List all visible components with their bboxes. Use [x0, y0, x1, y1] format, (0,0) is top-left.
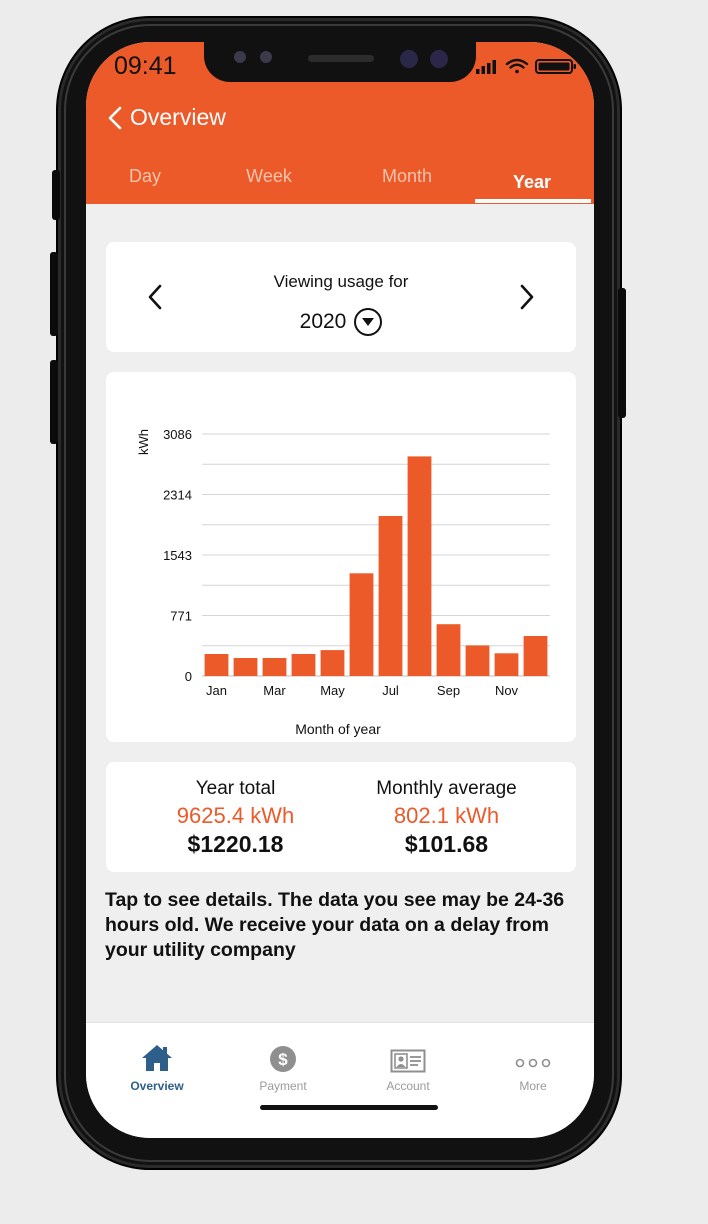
chart-bars[interactable] — [204, 456, 548, 676]
chart-bar-aug[interactable] — [407, 456, 432, 676]
nav-account[interactable]: Account — [353, 1037, 463, 1093]
usage-chart-card: 0 771 1543 2314 3086 Jan Mar May Jul Sep Nov kWh … — [106, 372, 576, 742]
nav-more-label: More — [519, 1079, 547, 1093]
x-tick-label: Sep — [437, 683, 460, 698]
dollar-icon: $ — [270, 1046, 296, 1072]
nav-payment-label: Payment — [259, 1079, 307, 1093]
period-selector-card: Viewing usage for 2020 — [106, 242, 576, 352]
y-tick-label: 1543 — [163, 548, 192, 563]
id-card-icon — [390, 1049, 426, 1073]
front-camera — [430, 50, 448, 68]
chart-bar-nov[interactable] — [494, 653, 519, 676]
chart-gridlines — [202, 433, 550, 677]
year-total-kwh: 9625.4 kWh — [176, 803, 295, 828]
bottom-nav: Overview $ Payment Account More — [86, 1022, 594, 1138]
year-total-cost: $1220.18 — [187, 831, 284, 857]
side-button-power — [618, 288, 626, 418]
chart-bar-oct[interactable] — [465, 645, 490, 676]
status-icons — [476, 58, 576, 74]
y-axis-label: kWh — [136, 429, 151, 455]
x-tick-label: Mar — [263, 683, 286, 698]
x-tick-label: Nov — [495, 683, 519, 698]
notch — [204, 42, 476, 82]
chart-bar-apr[interactable] — [291, 654, 316, 676]
app-header: 09:41 Overview Day Week Month Year — [86, 42, 594, 204]
year-value: 2020 — [299, 310, 347, 333]
chart-bar-feb[interactable] — [233, 658, 258, 676]
front-camera — [400, 50, 418, 68]
nav-payment[interactable]: $ Payment — [228, 1037, 338, 1093]
chart-bar-jun[interactable] — [349, 573, 374, 676]
front-sensor — [234, 51, 246, 63]
chart-x-ticks: Jan Mar May Jul Sep Nov — [206, 683, 519, 698]
x-tick-label: Jul — [382, 683, 399, 698]
y-tick-label: 771 — [170, 609, 192, 624]
home-indicator — [260, 1105, 438, 1110]
side-button-volume-up — [50, 252, 58, 336]
svg-text:$: $ — [278, 1050, 288, 1069]
chart-bar-dec[interactable] — [523, 636, 548, 676]
side-button-mute — [52, 170, 60, 220]
status-time: 09:41 — [114, 52, 177, 80]
x-tick-label: May — [320, 683, 345, 698]
y-tick-label: 2314 — [163, 488, 192, 503]
usage-totals-card: Year total 9625.4 kWh $1220.18 Monthly a… — [106, 762, 576, 872]
nav-overview[interactable]: Overview — [102, 1037, 212, 1093]
front-sensor — [260, 51, 272, 63]
tab-week[interactable]: Week — [246, 166, 292, 187]
chart-y-ticks: 0 771 1543 2314 3086 — [163, 427, 192, 684]
signal-icon — [476, 60, 496, 74]
side-button-volume-down — [50, 360, 58, 444]
active-tab-indicator — [475, 199, 591, 203]
chart-bar-jan[interactable] — [204, 654, 229, 676]
year-dropdown[interactable]: 2020 — [106, 308, 576, 336]
period-tabs: Day Week Month Year — [86, 154, 594, 204]
tab-day[interactable]: Day — [129, 166, 161, 187]
battery-icon — [535, 59, 576, 74]
chart-bar-may[interactable] — [320, 650, 345, 676]
nav-overview-label: Overview — [130, 1079, 184, 1093]
viewing-usage-label: Viewing usage for — [273, 272, 409, 291]
chart-bar-sep[interactable] — [436, 624, 461, 676]
tab-month[interactable]: Month — [382, 166, 432, 187]
monthly-average-block: Monthly average 802.1 kWh $101.68 — [329, 778, 564, 858]
monthly-average-kwh: 802.1 kWh — [393, 803, 500, 828]
wifi-icon — [505, 58, 529, 74]
app-screen: 09:41 Overview Day Week Month Year Viewi… — [86, 42, 594, 1138]
y-tick-label: 0 — [185, 669, 192, 684]
nav-more[interactable]: More — [478, 1037, 588, 1093]
tab-year[interactable]: Year — [513, 172, 551, 193]
chevron-left-icon — [108, 106, 122, 129]
year-total-block: Year total 9625.4 kWh $1220.18 — [118, 778, 353, 858]
chart-bar-jul[interactable] — [378, 516, 403, 676]
back-button[interactable]: Overview — [108, 104, 226, 131]
x-tick-label: Jan — [206, 683, 227, 698]
monthly-average-label: Monthly average — [376, 778, 517, 799]
data-delay-note: Tap to see details. The data you see may… — [105, 889, 565, 961]
chart-bar-mar[interactable] — [262, 658, 287, 676]
x-axis-label: Month of year — [295, 721, 381, 737]
y-tick-label: 3086 — [163, 427, 192, 442]
next-year-button[interactable] — [514, 280, 538, 314]
year-total-label: Year total — [195, 778, 276, 799]
more-icon — [515, 1058, 551, 1068]
chevron-down-circle-icon — [354, 308, 383, 336]
home-icon — [142, 1045, 172, 1071]
speaker-grille — [308, 55, 374, 62]
usage-bar-chart: 0771154323143086 Jan Mar May Jul Sep Nov kWh … — [136, 427, 550, 737]
monthly-average-cost: $101.68 — [404, 831, 489, 857]
back-label: Overview — [130, 104, 226, 130]
nav-account-label: Account — [386, 1079, 430, 1093]
